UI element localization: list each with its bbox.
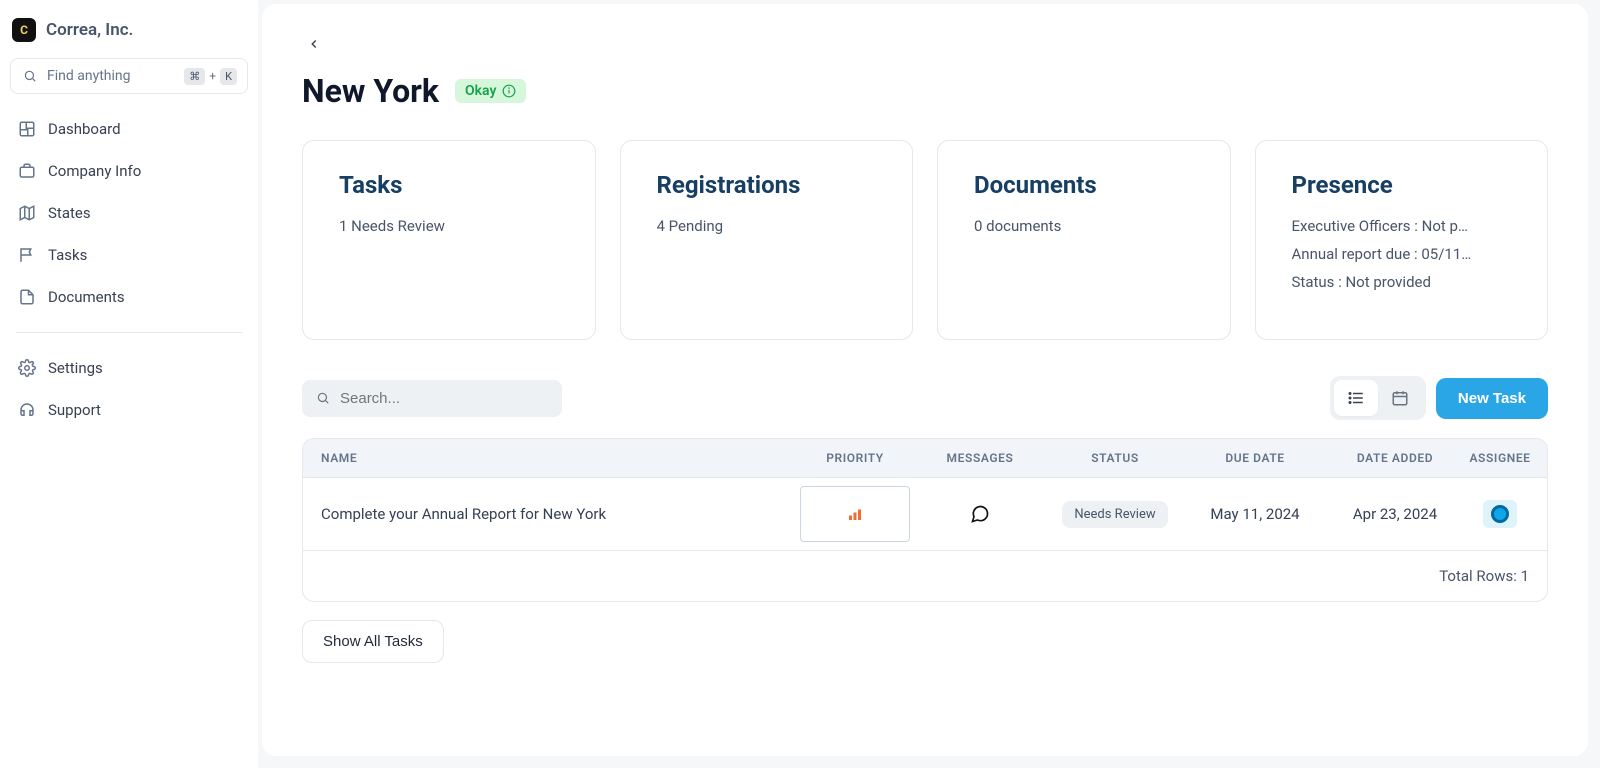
cell-status: Needs Review — [1045, 501, 1185, 528]
sidebar-item-states[interactable]: States — [10, 194, 248, 232]
cell-messages[interactable] — [915, 504, 1045, 524]
summary-cards: Tasks 1 Needs Review Registrations 4 Pen… — [302, 140, 1548, 340]
cell-due: May 11, 2024 — [1185, 505, 1325, 523]
view-calendar-button[interactable] — [1378, 380, 1422, 416]
card-documents[interactable]: Documents 0 documents — [937, 140, 1231, 340]
sidebar-item-label: States — [48, 204, 91, 222]
page-title: New York — [302, 72, 439, 110]
card-title: Tasks — [339, 171, 559, 199]
shortcut-key: K — [220, 68, 237, 85]
table-toolbar: New Task — [302, 376, 1548, 420]
sidebar-item-label: Tasks — [48, 246, 87, 264]
chevron-left-icon — [307, 37, 321, 51]
nav-divider — [16, 332, 242, 333]
sidebar-item-settings[interactable]: Settings — [10, 349, 248, 387]
main-wrap: New York Okay Tasks 1 Needs Review Regis… — [258, 0, 1600, 768]
shortcut-mod-key: ⌘ — [184, 68, 205, 85]
sidebar-item-label: Support — [48, 401, 101, 419]
map-icon — [18, 204, 36, 222]
col-header-messages: MESSAGES — [915, 451, 1045, 465]
view-list-button[interactable] — [1334, 380, 1378, 416]
search-icon — [21, 67, 39, 85]
new-task-button[interactable]: New Task — [1436, 378, 1548, 419]
card-presence[interactable]: Presence Executive Officers : Not p… Ann… — [1255, 140, 1549, 340]
view-switch — [1330, 376, 1426, 420]
card-line: 4 Pending — [657, 217, 877, 235]
gear-icon — [18, 359, 36, 377]
calendar-icon — [1391, 389, 1409, 407]
sidebar-item-tasks[interactable]: Tasks — [10, 236, 248, 274]
back-row — [302, 32, 1548, 56]
status-pill: Needs Review — [1062, 501, 1167, 528]
card-tasks[interactable]: Tasks 1 Needs Review — [302, 140, 596, 340]
brand-logo: C — [12, 18, 36, 42]
tasks-table: NAME PRIORITY MESSAGES STATUS DUE DATE D… — [302, 438, 1548, 602]
bars-icon — [846, 505, 864, 523]
sidebar-item-support[interactable]: Support — [10, 391, 248, 429]
status-badge: Okay — [455, 79, 526, 103]
card-title: Documents — [974, 171, 1194, 199]
cell-priority — [795, 492, 915, 536]
chat-icon — [970, 504, 990, 524]
sidebar-item-company[interactable]: Company Info — [10, 152, 248, 190]
card-title: Registrations — [657, 171, 877, 199]
info-icon[interactable] — [502, 84, 516, 98]
sidebar-item-label: Company Info — [48, 162, 141, 180]
back-button[interactable] — [302, 32, 326, 56]
status-badge-label: Okay — [465, 83, 496, 99]
show-all-tasks-button[interactable]: Show All Tasks — [302, 620, 444, 663]
sidebar-item-label: Dashboard — [48, 120, 121, 138]
assignee-avatar — [1483, 500, 1517, 528]
table-search-input[interactable] — [340, 390, 548, 407]
card-line: 0 documents — [974, 217, 1194, 235]
col-header-status: STATUS — [1045, 451, 1185, 465]
document-icon — [18, 288, 36, 306]
global-search[interactable]: Find anything ⌘ + K — [10, 58, 248, 94]
card-line: Executive Officers : Not p… — [1292, 217, 1512, 235]
col-header-due: DUE DATE — [1185, 451, 1325, 465]
table-footer: Total Rows: 1 — [303, 550, 1547, 601]
table-row-count: Total Rows: 1 — [1439, 567, 1529, 585]
priority-selector[interactable] — [800, 486, 910, 542]
list-icon — [1347, 389, 1365, 407]
sidebar-item-documents[interactable]: Documents — [10, 278, 248, 316]
col-header-added: DATE ADDED — [1325, 451, 1465, 465]
sidebar: C Correa, Inc. Find anything ⌘ + K Dashb… — [0, 0, 258, 768]
brand-logo-letter: C — [20, 23, 28, 37]
card-line: Status : Not provided — [1292, 273, 1512, 291]
col-header-priority: PRIORITY — [795, 451, 915, 465]
cell-added: Apr 23, 2024 — [1325, 505, 1465, 523]
main-panel: New York Okay Tasks 1 Needs Review Regis… — [262, 4, 1588, 756]
col-header-assignee: ASSIGNEE — [1465, 451, 1535, 465]
card-registrations[interactable]: Registrations 4 Pending — [620, 140, 914, 340]
headset-icon — [18, 401, 36, 419]
card-line: 1 Needs Review — [339, 217, 559, 235]
briefcase-icon — [18, 162, 36, 180]
card-line: Annual report due : 05/11… — [1292, 245, 1512, 263]
global-search-placeholder: Find anything — [47, 68, 176, 84]
search-icon — [316, 391, 330, 405]
card-title: Presence — [1292, 171, 1512, 199]
sidebar-item-label: Documents — [48, 288, 125, 306]
brand: C Correa, Inc. — [10, 18, 248, 54]
shortcut-plus: + — [209, 69, 216, 83]
table-header: NAME PRIORITY MESSAGES STATUS DUE DATE D… — [303, 439, 1547, 477]
table-row[interactable]: Complete your Annual Report for New York… — [303, 477, 1547, 550]
title-row: New York Okay — [302, 72, 1548, 110]
sidebar-item-dashboard[interactable]: Dashboard — [10, 110, 248, 148]
cell-name: Complete your Annual Report for New York — [315, 505, 795, 523]
flag-icon — [18, 246, 36, 264]
col-header-name: NAME — [315, 451, 795, 465]
avatar-dot — [1491, 505, 1509, 523]
sidebar-item-label: Settings — [48, 359, 103, 377]
toolbar-right: New Task — [1330, 376, 1548, 420]
table-search[interactable] — [302, 380, 562, 417]
brand-name: Correa, Inc. — [46, 20, 133, 40]
dashboard-icon — [18, 120, 36, 138]
cell-assignee[interactable] — [1465, 500, 1535, 528]
global-search-shortcut: ⌘ + K — [184, 68, 237, 85]
